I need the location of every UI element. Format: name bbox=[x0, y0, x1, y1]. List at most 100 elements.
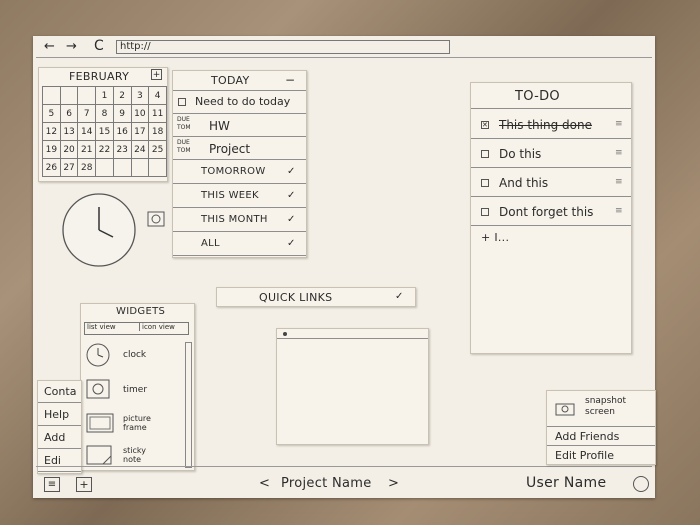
checkbox[interactable] bbox=[178, 98, 186, 106]
calendar-day[interactable]: 28 bbox=[77, 158, 97, 177]
avatar-icon[interactable] bbox=[633, 476, 649, 492]
prev-project-button[interactable]: < bbox=[259, 476, 270, 491]
calendar-day[interactable]: 15 bbox=[95, 122, 114, 141]
todo-item[interactable]: ✕ This thing done ≡ bbox=[471, 111, 631, 139]
calendar-day[interactable]: 6 bbox=[59, 104, 79, 123]
calendar-day[interactable]: 8 bbox=[95, 104, 114, 123]
quick-link-preview[interactable] bbox=[276, 328, 429, 445]
menu-icon[interactable]: ≡ bbox=[44, 477, 60, 492]
user-menu: snapshot screen Add Friends Edit Profile bbox=[546, 390, 656, 465]
today-section[interactable]: ALL ✓ bbox=[173, 233, 306, 256]
calendar-day[interactable]: 7 bbox=[77, 104, 97, 123]
calendar-day[interactable]: 12 bbox=[42, 122, 61, 141]
edit-profile-item[interactable]: Edit Profile bbox=[547, 447, 655, 465]
calendar-day[interactable]: 25 bbox=[148, 140, 167, 159]
calendar-day[interactable]: 9 bbox=[112, 104, 132, 123]
calendar-add-button[interactable]: + bbox=[151, 69, 162, 80]
tab-icon-view[interactable]: icon view bbox=[139, 323, 175, 331]
tab-list-view[interactable]: list view bbox=[87, 323, 116, 331]
today-item[interactable]: DUE TOM HW bbox=[173, 115, 306, 137]
snapshot-screen-item[interactable]: snapshot screen bbox=[547, 391, 655, 427]
calendar-day[interactable] bbox=[77, 86, 97, 105]
today-section[interactable]: THIS WEEK ✓ bbox=[173, 185, 306, 208]
project-name[interactable]: Project Name bbox=[281, 476, 372, 491]
calendar-day[interactable]: 2 bbox=[112, 86, 132, 105]
calendar-day[interactable] bbox=[42, 86, 61, 105]
todo-item[interactable]: Do this ≡ bbox=[471, 140, 631, 168]
quick-links-label: QUICK LINKS bbox=[259, 291, 333, 304]
timer-icon bbox=[86, 379, 110, 399]
forward-button[interactable]: → bbox=[66, 39, 77, 54]
widgets-title: WIDGETS bbox=[116, 306, 166, 317]
widget-item[interactable]: picture frame bbox=[85, 410, 185, 438]
todo-item[interactable]: And this ≡ bbox=[471, 169, 631, 197]
calendar-day[interactable]: 24 bbox=[130, 140, 150, 159]
left-menu-item[interactable]: Add bbox=[38, 427, 81, 449]
calendar-day[interactable]: 16 bbox=[112, 122, 132, 141]
todo-item-text: Do this bbox=[499, 147, 542, 161]
calendar-day[interactable] bbox=[95, 158, 114, 177]
widget-label: timer bbox=[123, 385, 148, 395]
calendar-day[interactable]: 10 bbox=[130, 104, 150, 123]
add-friends-item[interactable]: Add Friends bbox=[547, 428, 655, 446]
today-item[interactable]: Need to do today bbox=[173, 92, 306, 114]
calendar-day[interactable]: 1 bbox=[95, 86, 114, 105]
checkbox[interactable] bbox=[481, 208, 489, 216]
widgets-scrollbar[interactable] bbox=[185, 342, 192, 468]
reload-button[interactable]: C bbox=[94, 38, 104, 54]
quick-links-dropdown[interactable]: QUICK LINKS ✓ bbox=[216, 287, 416, 307]
chevron-down-icon: ✓ bbox=[287, 166, 296, 177]
calendar-day[interactable] bbox=[59, 86, 79, 105]
today-item[interactable]: DUE TOM Project bbox=[173, 138, 306, 160]
calendar-day[interactable]: 13 bbox=[59, 122, 79, 141]
todo-item[interactable]: Dont forget this ≡ bbox=[471, 198, 631, 226]
user-name[interactable]: User Name bbox=[526, 475, 606, 491]
url-text: http:// bbox=[120, 41, 151, 52]
drag-handle-icon[interactable]: ≡ bbox=[615, 148, 623, 158]
left-menu-item[interactable]: Conta bbox=[38, 381, 81, 403]
back-button[interactable]: ← bbox=[44, 39, 55, 54]
today-collapse-button[interactable]: − bbox=[285, 73, 295, 87]
calendar-day[interactable]: 14 bbox=[77, 122, 97, 141]
calendar-day[interactable]: 5 bbox=[42, 104, 61, 123]
drag-handle-icon[interactable]: ≡ bbox=[615, 119, 623, 129]
sticky-note-icon bbox=[86, 445, 112, 465]
checkbox[interactable] bbox=[481, 150, 489, 158]
today-section[interactable]: TOMORROW ✓ bbox=[173, 161, 306, 184]
todo-item-text: This thing done bbox=[499, 118, 592, 132]
todo-add-item[interactable]: + I... bbox=[481, 231, 509, 244]
calendar-widget: FEBRUARY + 1 2 3 4 5 6 7 8 9 10 11 12 13 14 15 16 17 18 19… bbox=[38, 67, 168, 182]
section-label: TOMORROW bbox=[201, 166, 266, 177]
calendar-day[interactable]: 17 bbox=[130, 122, 150, 141]
url-field[interactable]: http:// bbox=[116, 40, 450, 54]
calendar-day[interactable]: 18 bbox=[148, 122, 167, 141]
widget-item[interactable]: timer bbox=[85, 377, 185, 405]
preview-titlebar bbox=[277, 329, 428, 339]
calendar-day[interactable] bbox=[148, 158, 167, 177]
edit-profile-label: Edit Profile bbox=[555, 449, 615, 462]
calendar-day[interactable]: 21 bbox=[77, 140, 97, 159]
calendar-day[interactable]: 22 bbox=[95, 140, 114, 159]
calendar-day[interactable] bbox=[130, 158, 150, 177]
calendar-day[interactable]: 20 bbox=[59, 140, 79, 159]
calendar-day[interactable]: 23 bbox=[112, 140, 132, 159]
left-menu-label: Add bbox=[44, 431, 66, 444]
left-menu-item[interactable]: Help bbox=[38, 404, 81, 426]
drag-handle-icon[interactable]: ≡ bbox=[615, 206, 623, 216]
checkbox[interactable] bbox=[481, 179, 489, 187]
left-menu-label: Conta bbox=[44, 385, 77, 398]
drag-handle-icon[interactable]: ≡ bbox=[615, 177, 623, 187]
clock-widget[interactable] bbox=[55, 185, 165, 275]
widget-item[interactable]: clock bbox=[85, 342, 185, 372]
calendar-day[interactable]: 3 bbox=[130, 86, 150, 105]
today-section[interactable]: THIS MONTH ✓ bbox=[173, 209, 306, 232]
add-button[interactable]: + bbox=[76, 477, 92, 492]
calendar-day[interactable]: 27 bbox=[59, 158, 79, 177]
calendar-day[interactable]: 26 bbox=[42, 158, 61, 177]
calendar-day[interactable]: 19 bbox=[42, 140, 61, 159]
calendar-day[interactable] bbox=[112, 158, 132, 177]
checkbox[interactable]: ✕ bbox=[481, 121, 489, 129]
calendar-day[interactable]: 4 bbox=[148, 86, 167, 105]
next-project-button[interactable]: > bbox=[388, 476, 399, 491]
calendar-day[interactable]: 11 bbox=[148, 104, 167, 123]
